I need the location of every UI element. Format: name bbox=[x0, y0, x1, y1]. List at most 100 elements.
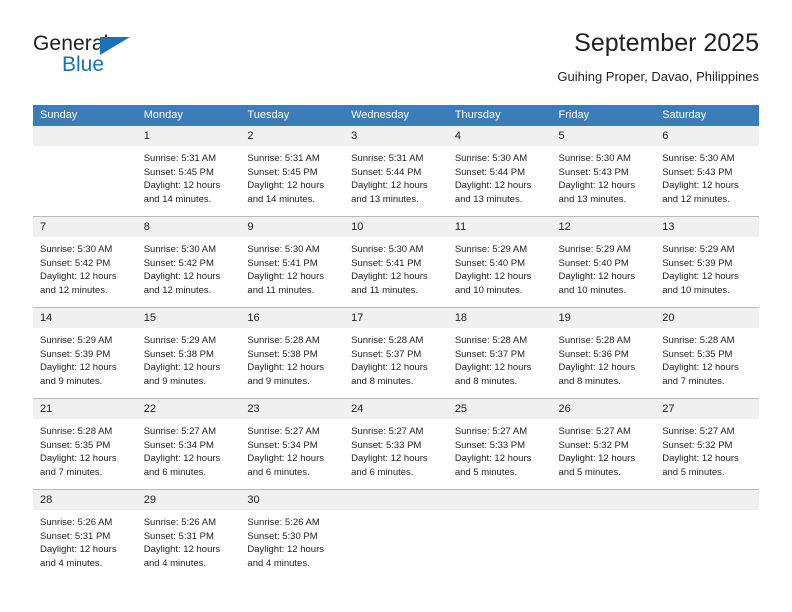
day-daylight-text: and 9 minutes. bbox=[247, 375, 310, 387]
calendar-cell-day[interactable]: 26 Sunrise: 5:27 AM Sunset: 5:32 PM Dayligh… bbox=[551, 398, 656, 490]
calendar-cell-empty bbox=[344, 489, 448, 580]
day-sunset-text: Sunset: 5:45 PM bbox=[143, 166, 214, 178]
day-sunset-text: Sunset: 5:40 PM bbox=[454, 257, 526, 269]
calendar-cell-day[interactable]: 13 Sunrise: 5:29 AM Sunset: 5:39 PM Dayligh… bbox=[655, 216, 759, 308]
day-number: 12 bbox=[551, 217, 656, 237]
day-daylight-text: and 12 minutes. bbox=[40, 284, 108, 296]
day-daylight-text: and 5 minutes. bbox=[454, 466, 518, 478]
calendar-cell-day[interactable]: 5 Sunrise: 5:30 AM Sunset: 5:43 PM Daylight… bbox=[551, 126, 656, 217]
day-sunset-text: Sunset: 5:37 PM bbox=[454, 348, 526, 360]
day-number: 8 bbox=[136, 217, 241, 237]
day-daylight-text: and 6 minutes. bbox=[351, 466, 414, 478]
day-sunrise-text: Sunrise: 5:30 AM bbox=[558, 153, 631, 164]
calendar-cell-day[interactable]: 15 Sunrise: 5:29 AM Sunset: 5:38 PM Dayligh… bbox=[136, 307, 241, 399]
calendar-body: 1 Sunrise: 5:31 AM Sunset: 5:45 PM Daylight… bbox=[33, 126, 759, 580]
calendar-cell-empty bbox=[655, 489, 759, 580]
day-details: Sunrise: 5:30 AM Sunset: 5:43 PM Daylight:… bbox=[655, 146, 759, 206]
calendar-cell-day[interactable]: 23 Sunrise: 5:27 AM Sunset: 5:34 PM Dayligh… bbox=[240, 398, 345, 490]
day-daylight-text: and 8 minutes. bbox=[454, 375, 518, 387]
day-details: Sunrise: 5:30 AM Sunset: 5:42 PM Daylight:… bbox=[137, 237, 241, 297]
calendar-cell-day[interactable]: 14 Sunrise: 5:29 AM Sunset: 5:39 PM Dayligh… bbox=[33, 307, 137, 399]
day-details: Sunrise: 5:30 AM Sunset: 5:41 PM Daylight:… bbox=[344, 237, 448, 297]
calendar-week-row: 1 Sunrise: 5:31 AM Sunset: 5:45 PM Daylight… bbox=[33, 126, 759, 217]
calendar-cell-empty bbox=[447, 489, 552, 580]
day-sunrise-text: Sunrise: 5:29 AM bbox=[40, 335, 113, 346]
calendar-cell-day[interactable]: 2 Sunrise: 5:31 AM Sunset: 5:45 PM Daylight… bbox=[240, 126, 345, 217]
day-sunrise-text: Sunrise: 5:28 AM bbox=[662, 335, 735, 346]
calendar-cell-day[interactable]: 18 Sunrise: 5:28 AM Sunset: 5:37 PM Dayligh… bbox=[447, 307, 552, 399]
calendar-cell-day[interactable]: 22 Sunrise: 5:27 AM Sunset: 5:34 PM Dayligh… bbox=[136, 398, 241, 490]
day-daylight-text: and 13 minutes. bbox=[351, 193, 419, 205]
calendar-cell-day[interactable]: 12 Sunrise: 5:29 AM Sunset: 5:40 PM Dayligh… bbox=[551, 216, 656, 308]
page-header: General Blue September 2025 Guihing Prop… bbox=[33, 28, 759, 98]
calendar-cell-day[interactable]: 27 Sunrise: 5:27 AM Sunset: 5:32 PM Dayligh… bbox=[655, 398, 759, 490]
day-sunset-text: Sunset: 5:42 PM bbox=[143, 257, 214, 269]
day-sunrise-text: Sunrise: 5:27 AM bbox=[351, 426, 424, 437]
day-sunset-text: Sunset: 5:31 PM bbox=[143, 530, 214, 542]
day-number: 21 bbox=[33, 399, 137, 419]
day-daylight-text: Daylight: 12 hours bbox=[143, 362, 221, 374]
day-number: 19 bbox=[551, 308, 656, 328]
calendar-cell-day[interactable]: 16 Sunrise: 5:28 AM Sunset: 5:38 PM Dayligh… bbox=[240, 307, 345, 399]
calendar-cell-day[interactable]: 21 Sunrise: 5:28 AM Sunset: 5:35 PM Dayligh… bbox=[33, 398, 137, 490]
calendar-cell-day[interactable]: 29 Sunrise: 5:26 AM Sunset: 5:31 PM Dayligh… bbox=[136, 489, 241, 580]
day-sunset-text: Sunset: 5:35 PM bbox=[40, 439, 111, 451]
day-number: 25 bbox=[447, 399, 552, 419]
day-sunrise-text: Sunrise: 5:28 AM bbox=[558, 335, 631, 346]
day-sunrise-text: Sunrise: 5:28 AM bbox=[247, 335, 320, 346]
day-number: 1 bbox=[136, 126, 241, 146]
day-sunrise-text: Sunrise: 5:27 AM bbox=[143, 426, 217, 437]
day-daylight-text: and 10 minutes. bbox=[454, 284, 523, 296]
calendar-cell-day[interactable]: 6 Sunrise: 5:30 AM Sunset: 5:43 PM Daylight… bbox=[655, 126, 759, 217]
day-details: Sunrise: 5:28 AM Sunset: 5:37 PM Daylight:… bbox=[448, 328, 552, 388]
day-daylight-text: Daylight: 12 hours bbox=[662, 271, 739, 283]
day-details: Sunrise: 5:29 AM Sunset: 5:38 PM Daylight:… bbox=[137, 328, 241, 388]
calendar-cell-day[interactable]: 19 Sunrise: 5:28 AM Sunset: 5:36 PM Dayligh… bbox=[551, 307, 656, 399]
day-daylight-text: and 14 minutes. bbox=[247, 193, 316, 205]
day-sunrise-text: Sunrise: 5:29 AM bbox=[662, 244, 735, 255]
calendar-cell-day[interactable]: 24 Sunrise: 5:27 AM Sunset: 5:33 PM Dayligh… bbox=[344, 398, 448, 490]
day-details: Sunrise: 5:31 AM Sunset: 5:45 PM Daylight:… bbox=[240, 146, 344, 206]
calendar-cell-day[interactable]: 7 Sunrise: 5:30 AM Sunset: 5:42 PM Daylight… bbox=[33, 216, 137, 308]
page-subtitle: Guihing Proper, Davao, Philippines bbox=[557, 69, 759, 84]
day-sunrise-text: Sunrise: 5:28 AM bbox=[351, 335, 424, 346]
day-daylight-text: Daylight: 12 hours bbox=[454, 180, 532, 192]
calendar-cell-day[interactable]: 20 Sunrise: 5:28 AM Sunset: 5:35 PM Dayligh… bbox=[655, 307, 759, 399]
day-daylight-text: and 4 minutes. bbox=[247, 557, 310, 569]
day-daylight-text: and 9 minutes. bbox=[40, 375, 103, 387]
day-sunrise-text: Sunrise: 5:31 AM bbox=[143, 153, 217, 164]
day-number: 26 bbox=[551, 399, 656, 419]
day-daylight-text: Daylight: 12 hours bbox=[351, 362, 428, 374]
calendar-cell-day[interactable]: 4 Sunrise: 5:30 AM Sunset: 5:44 PM Daylight… bbox=[447, 126, 552, 217]
general-blue-logo[interactable]: General Blue bbox=[33, 32, 233, 88]
calendar-cell-day[interactable]: 28 Sunrise: 5:26 AM Sunset: 5:31 PM Dayligh… bbox=[33, 489, 137, 580]
calendar-cell-day[interactable]: 11 Sunrise: 5:29 AM Sunset: 5:40 PM Dayligh… bbox=[447, 216, 552, 308]
day-sunrise-text: Sunrise: 5:29 AM bbox=[558, 244, 631, 255]
calendar-cell-day[interactable]: 10 Sunrise: 5:30 AM Sunset: 5:41 PM Dayligh… bbox=[344, 216, 448, 308]
day-number: 4 bbox=[447, 126, 552, 146]
day-details: Sunrise: 5:27 AM Sunset: 5:32 PM Daylight:… bbox=[552, 419, 656, 479]
day-number: 13 bbox=[655, 217, 759, 237]
day-sunrise-text: Sunrise: 5:30 AM bbox=[351, 244, 424, 255]
calendar-cell-day[interactable]: 3 Sunrise: 5:31 AM Sunset: 5:44 PM Daylight… bbox=[344, 126, 448, 217]
calendar-cell-day[interactable]: 25 Sunrise: 5:27 AM Sunset: 5:33 PM Dayligh… bbox=[447, 398, 552, 490]
day-sunrise-text: Sunrise: 5:30 AM bbox=[247, 244, 320, 255]
day-sunset-text: Sunset: 5:32 PM bbox=[662, 439, 733, 451]
calendar-cell-day[interactable]: 1 Sunrise: 5:31 AM Sunset: 5:45 PM Daylight… bbox=[136, 126, 241, 217]
day-sunrise-text: Sunrise: 5:26 AM bbox=[143, 517, 217, 528]
day-sunrise-text: Sunrise: 5:27 AM bbox=[454, 426, 528, 437]
day-sunset-text: Sunset: 5:40 PM bbox=[558, 257, 629, 269]
calendar-cell-day[interactable]: 9 Sunrise: 5:30 AM Sunset: 5:41 PM Daylight… bbox=[240, 216, 345, 308]
calendar-cell-day[interactable]: 17 Sunrise: 5:28 AM Sunset: 5:37 PM Dayligh… bbox=[344, 307, 448, 399]
calendar-cell-day[interactable]: 8 Sunrise: 5:30 AM Sunset: 5:42 PM Daylight… bbox=[136, 216, 241, 308]
day-daylight-text: and 10 minutes. bbox=[558, 284, 627, 296]
day-sunrise-text: Sunrise: 5:28 AM bbox=[40, 426, 113, 437]
calendar-cell-day[interactable]: 30 Sunrise: 5:26 AM Sunset: 5:30 PM Dayligh… bbox=[240, 489, 345, 580]
day-daylight-text: Daylight: 12 hours bbox=[247, 180, 324, 192]
day-number bbox=[344, 490, 448, 510]
logo-text-blue: Blue bbox=[62, 53, 105, 76]
day-daylight-text: Daylight: 12 hours bbox=[40, 453, 117, 465]
day-sunset-text: Sunset: 5:34 PM bbox=[247, 439, 318, 451]
day-sunrise-text: Sunrise: 5:31 AM bbox=[351, 153, 424, 164]
day-number: 15 bbox=[136, 308, 241, 328]
